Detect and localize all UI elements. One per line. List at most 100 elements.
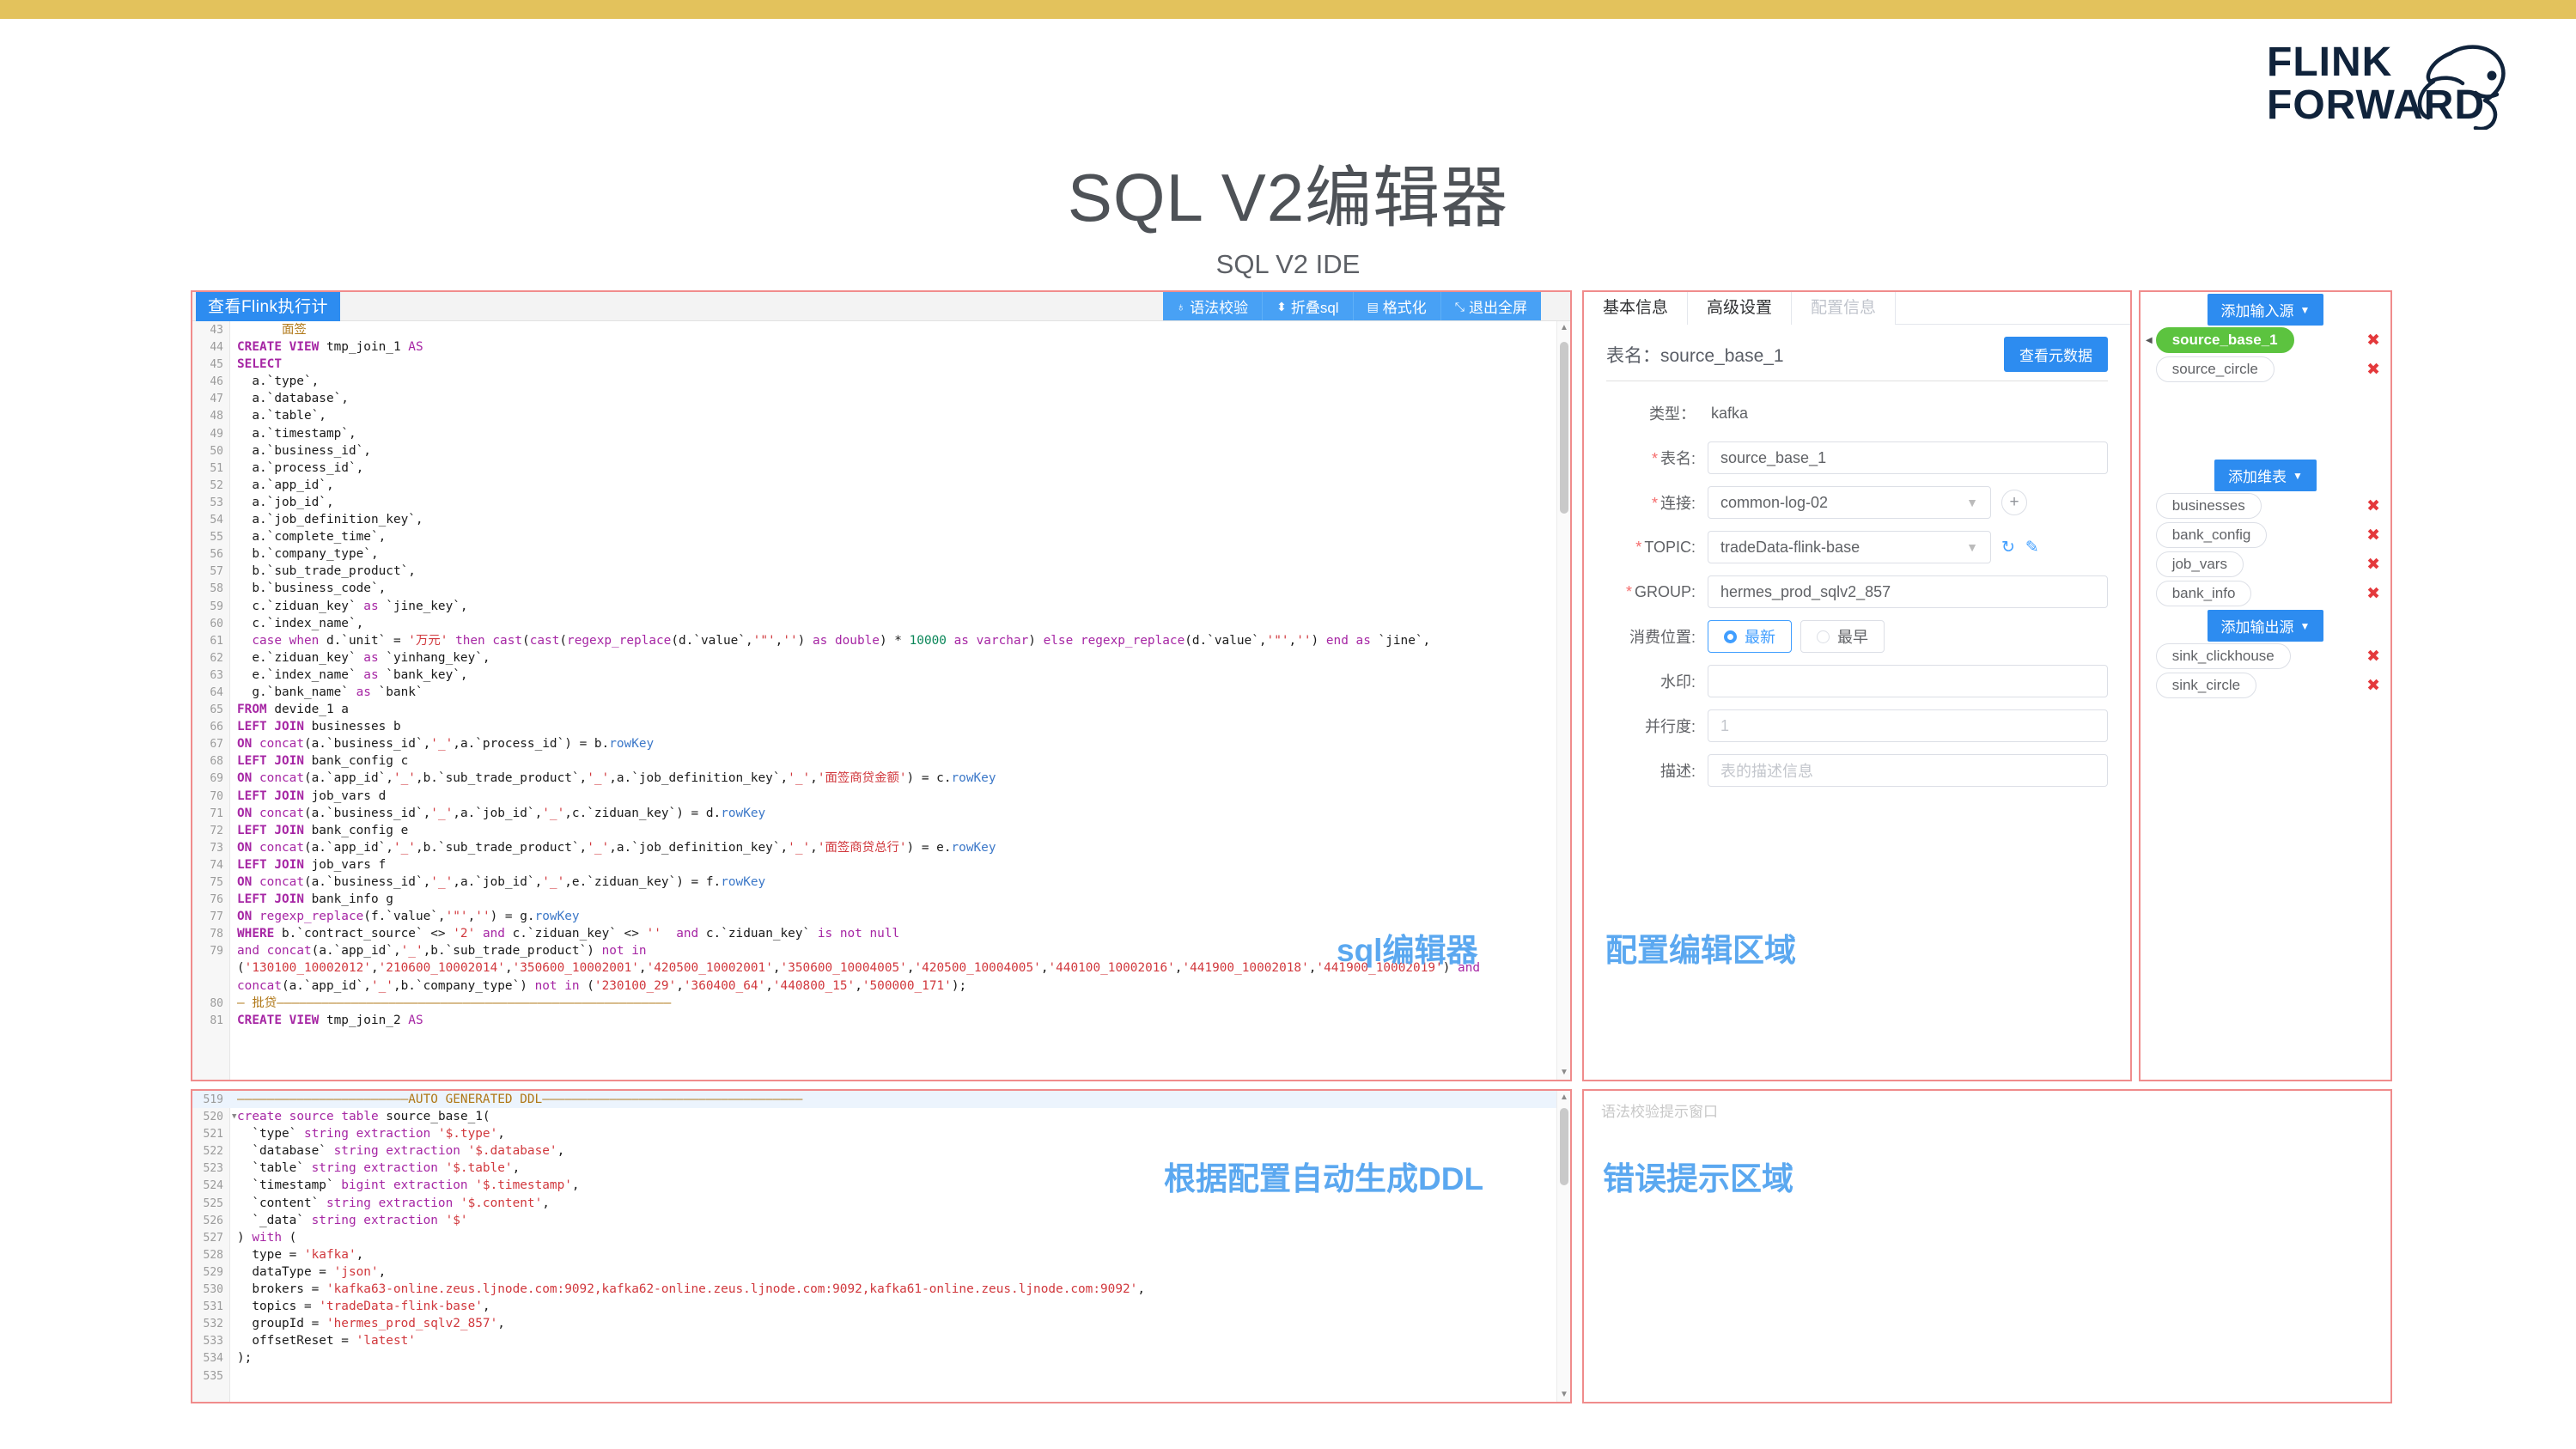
code-line: 53 a.`job_id`, xyxy=(192,494,1570,511)
scrollbar-thumb[interactable] xyxy=(1560,342,1568,514)
config-field-row: 并行度:1 xyxy=(1606,709,2108,742)
list-item[interactable]: ◀businesses✖ xyxy=(2141,491,2390,521)
tab-高级设置[interactable]: 高级设置 xyxy=(1688,292,1792,325)
ddl-vertical-scrollbar[interactable]: ▲ ▼ xyxy=(1556,1091,1570,1402)
view-flink-plan-button[interactable]: 查看Flink执行计划 xyxy=(196,291,340,322)
line-text: create source table source_base_1( xyxy=(230,1110,490,1123)
select-TOPIC[interactable]: tradeData-flink-base▼ xyxy=(1708,531,1991,563)
line-number: 65 xyxy=(192,702,230,719)
tab-基本信息[interactable]: 基本信息 xyxy=(1584,292,1688,325)
input-描述[interactable]: 表的描述信息 xyxy=(1708,754,2108,787)
delete-icon[interactable]: ✖ xyxy=(2366,362,2380,378)
radio-最新[interactable]: 最新 xyxy=(1708,620,1792,653)
delete-icon[interactable]: ✖ xyxy=(2366,527,2380,544)
code-line: 519———————————————————————AUTO GENERATED… xyxy=(192,1091,1570,1108)
table-chip[interactable]: bank_info xyxy=(2156,581,2252,606)
ddl-scroll-down-arrow[interactable]: ▼ xyxy=(1557,1388,1571,1402)
input-并行度[interactable]: 1 xyxy=(1708,709,2108,742)
ddl-code-lines: 519———————————————————————AUTO GENERATED… xyxy=(192,1091,1570,1385)
line-number: 44 xyxy=(192,339,230,356)
input-GROUP[interactable]: hermes_prod_sqlv2_857 xyxy=(1708,575,2108,608)
code-line: 532 groupId = 'hermes_prod_sqlv2_857', xyxy=(192,1315,1570,1332)
delete-icon[interactable]: ✖ xyxy=(2366,498,2380,514)
list-item[interactable]: ◀bank_config✖ xyxy=(2141,521,2390,550)
line-text: ON concat(a.`business_id`,'_',a.`job_id`… xyxy=(230,807,765,820)
code-line: 74LEFT JOIN job_vars f xyxy=(192,856,1570,874)
table-chip[interactable]: sink_clickhouse xyxy=(2156,643,2291,669)
scroll-down-arrow[interactable]: ▼ xyxy=(1557,1066,1571,1080)
code-line: 48 a.`table`, xyxy=(192,407,1570,424)
tab-配置信息[interactable]: 配置信息 xyxy=(1792,292,1896,325)
add-connection-button[interactable]: + xyxy=(2001,490,2027,515)
ddl-scroll-up-arrow[interactable]: ▲ xyxy=(1557,1091,1571,1105)
code-line: 528 type = 'kafka', xyxy=(192,1246,1570,1263)
view-metadata-button[interactable]: 查看元数据 xyxy=(2004,337,2108,372)
toolbar-headphones-button[interactable]: ♁语法校验 xyxy=(1163,292,1264,320)
list-item[interactable]: ◀source_base_1 ✖ xyxy=(2141,326,2390,355)
list-item[interactable]: ◀job_vars✖ xyxy=(2141,550,2390,579)
ddl-scrollbar-thumb[interactable] xyxy=(1560,1108,1568,1185)
toolbar-exit-fullscreen-button[interactable]: ⤡退出全屏 xyxy=(1441,292,1541,320)
code-line: 535 xyxy=(192,1367,1570,1385)
line-number: 69 xyxy=(192,770,230,788)
line-text: case when d.`unit` = '万元' then cast(cast… xyxy=(230,634,1430,648)
add-button-label: 添加维表 xyxy=(2228,465,2287,486)
annotation-sql-editor: sql编辑器 xyxy=(1337,924,1477,971)
radio-dot-icon xyxy=(1724,630,1737,643)
list-item[interactable]: ◀sink_clickhouse✖ xyxy=(2141,642,2390,671)
toolbar-collapse-button[interactable]: ⬍折叠sql xyxy=(1263,292,1353,320)
tree-section-header: 添加维表▼ xyxy=(2141,458,2390,491)
table-chip[interactable]: source_base_1 xyxy=(2156,327,2294,353)
table-chip[interactable]: source_circle xyxy=(2156,356,2275,382)
scroll-up-arrow[interactable]: ▲ xyxy=(1557,321,1571,335)
line-number: 57 xyxy=(192,563,230,581)
generated-ddl-panel: 519———————————————————————AUTO GENERATED… xyxy=(191,1089,1572,1403)
input-水印[interactable] xyxy=(1708,665,2108,697)
delete-icon[interactable]: ✖ xyxy=(2366,648,2380,665)
code-line: 530 brokers = 'kafka63-online.zeus.ljnod… xyxy=(192,1281,1570,1298)
line-text: a.`job_id`, xyxy=(230,496,334,509)
sql-vertical-scrollbar[interactable]: ▲ ▼ xyxy=(1556,321,1570,1080)
code-line: 62 e.`ziduan_key` as `yinhang_key`, xyxy=(192,649,1570,667)
code-line: 66LEFT JOIN businesses b xyxy=(192,718,1570,735)
field-control: 1 xyxy=(1708,709,2108,742)
code-line: 533 offsetReset = 'latest' xyxy=(192,1332,1570,1349)
ddl-code-area[interactable]: 519———————————————————————AUTO GENERATED… xyxy=(192,1091,1570,1402)
input-表名[interactable]: source_base_1 xyxy=(1708,441,2108,474)
button-添加输入源[interactable]: 添加输入源▼ xyxy=(2208,294,2324,326)
line-text: type = 'kafka', xyxy=(230,1248,363,1262)
select-连接[interactable]: common-log-02▼ xyxy=(1708,486,1991,519)
field-label: 消费位置: xyxy=(1606,625,1708,648)
refresh-icon[interactable]: ↻ xyxy=(2001,538,2015,557)
field-label: 描述: xyxy=(1606,759,1708,782)
code-line: 68LEFT JOIN bank_config c xyxy=(192,752,1570,770)
line-text: FROM devide_1 a xyxy=(230,703,349,716)
line-text: a.`complete_time`, xyxy=(230,530,386,544)
table-chip[interactable]: sink_circle xyxy=(2156,673,2256,698)
line-number: 528 xyxy=(192,1247,230,1264)
table-chip[interactable]: businesses xyxy=(2156,493,2262,519)
line-number: 47 xyxy=(192,391,230,408)
config-table-name: 表名：source_base_1 xyxy=(1606,342,1784,368)
button-添加输出源[interactable]: 添加输出源▼ xyxy=(2208,610,2324,642)
table-chip[interactable]: bank_config xyxy=(2156,522,2268,548)
caret-left-icon[interactable]: ◀ xyxy=(2146,336,2153,345)
delete-icon[interactable]: ✖ xyxy=(2366,678,2380,694)
code-line: 81CREATE VIEW tmp_join_2 AS xyxy=(192,1012,1570,1029)
button-添加维表[interactable]: 添加维表▼ xyxy=(2214,460,2317,491)
list-item[interactable]: ◀bank_info✖ xyxy=(2141,579,2390,608)
line-number: 68 xyxy=(192,753,230,770)
delete-icon[interactable]: ✖ xyxy=(2366,557,2380,573)
delete-icon[interactable]: ✖ xyxy=(2366,586,2380,602)
field-label: GROUP: xyxy=(1606,583,1708,601)
list-item[interactable]: ◀source_circle✖ xyxy=(2141,355,2390,384)
radio-最早[interactable]: 最早 xyxy=(1800,620,1885,653)
edit-pencil-icon[interactable]: ✎ xyxy=(2025,538,2039,557)
line-number: 54 xyxy=(192,512,230,529)
toolbar-format-button[interactable]: ▤格式化 xyxy=(1354,292,1441,320)
delete-icon[interactable]: ✖ xyxy=(2366,332,2380,349)
code-line: 67ON concat(a.`business_id`,'_',a.`proce… xyxy=(192,735,1570,752)
table-chip[interactable]: job_vars xyxy=(2156,551,2244,577)
list-item[interactable]: ◀sink_circle✖ xyxy=(2141,671,2390,700)
code-line: 44CREATE VIEW tmp_join_1 AS xyxy=(192,338,1570,356)
